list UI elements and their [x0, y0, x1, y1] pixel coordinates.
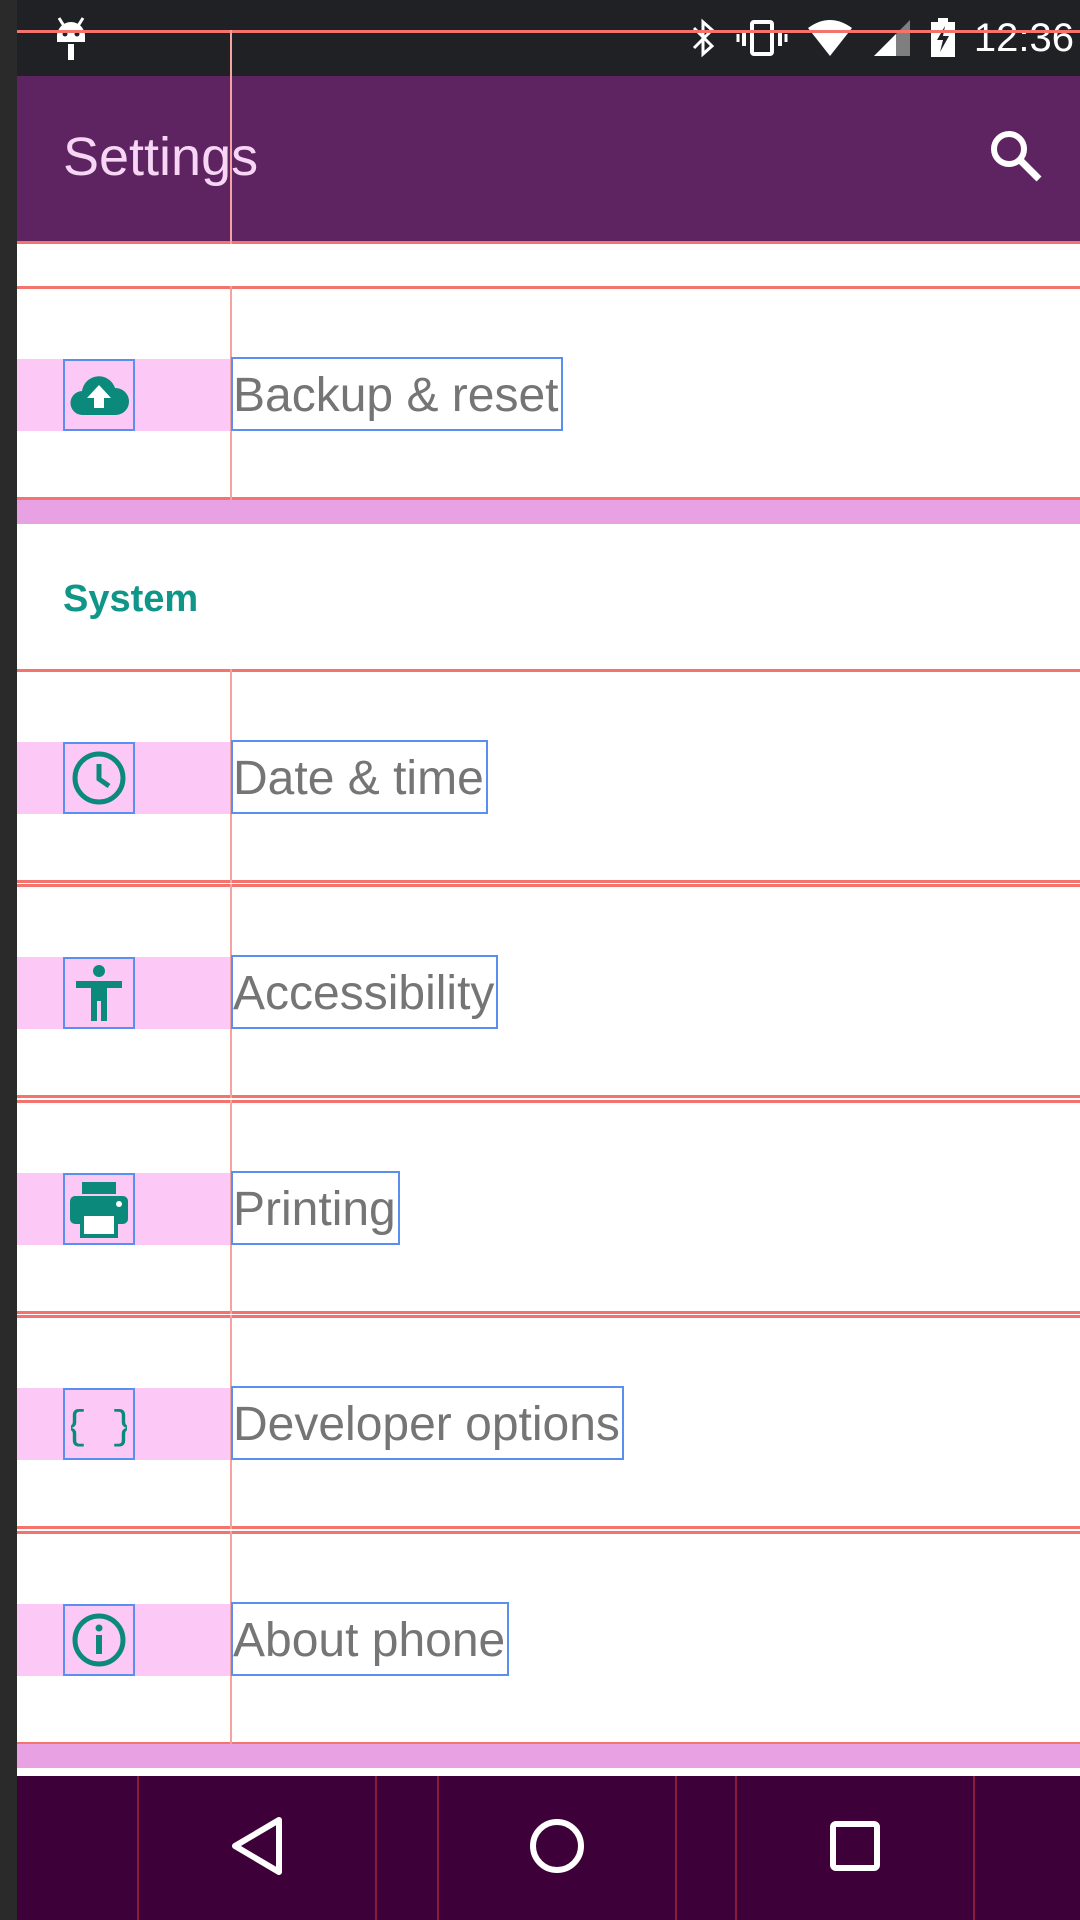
- list-item-accessibility[interactable]: Accessibility: [17, 884, 1080, 1098]
- list-item-label: Backup & reset: [231, 357, 563, 431]
- section-divider: [17, 1744, 1080, 1768]
- phone-screen: 12:36 Settings Backup & reset System Dat…: [17, 0, 1080, 1920]
- back-button[interactable]: [137, 1776, 377, 1920]
- list-item-backup-reset[interactable]: Backup & reset: [17, 286, 1080, 500]
- recents-square-icon: [829, 1820, 881, 1877]
- home-button[interactable]: [437, 1776, 677, 1920]
- list-item-printing[interactable]: Printing: [17, 1100, 1080, 1314]
- recents-button[interactable]: [735, 1776, 975, 1920]
- list-item-developer-options[interactable]: { } Developer options: [17, 1315, 1080, 1529]
- clock-icon: [63, 742, 135, 814]
- code-braces-icon: { }: [63, 1388, 135, 1460]
- section-title: System: [63, 578, 199, 620]
- accessibility-icon: [63, 957, 135, 1029]
- svg-text:{ }: { }: [71, 1406, 127, 1451]
- printer-icon: [63, 1173, 135, 1245]
- list-item-about-phone[interactable]: About phone: [17, 1531, 1080, 1745]
- list-item-date-time[interactable]: Date & time: [17, 669, 1080, 883]
- navigation-bar: [17, 1776, 1080, 1920]
- list-item-partial: [17, 30, 1080, 244]
- list-item-label: Developer options: [231, 1386, 624, 1460]
- section-divider: [17, 500, 1080, 524]
- list-item-label: About phone: [231, 1602, 510, 1676]
- list-item-label: Accessibility: [231, 955, 499, 1029]
- home-circle-icon: [527, 1816, 587, 1881]
- cloud-upload-icon: [63, 359, 135, 431]
- list-item-label: Date & time: [231, 740, 488, 814]
- info-icon: [63, 1604, 135, 1676]
- back-triangle-icon: [229, 1816, 285, 1881]
- list-item-label: Printing: [231, 1171, 400, 1245]
- row-divider: [230, 30, 232, 244]
- section-header: System: [17, 528, 1080, 672]
